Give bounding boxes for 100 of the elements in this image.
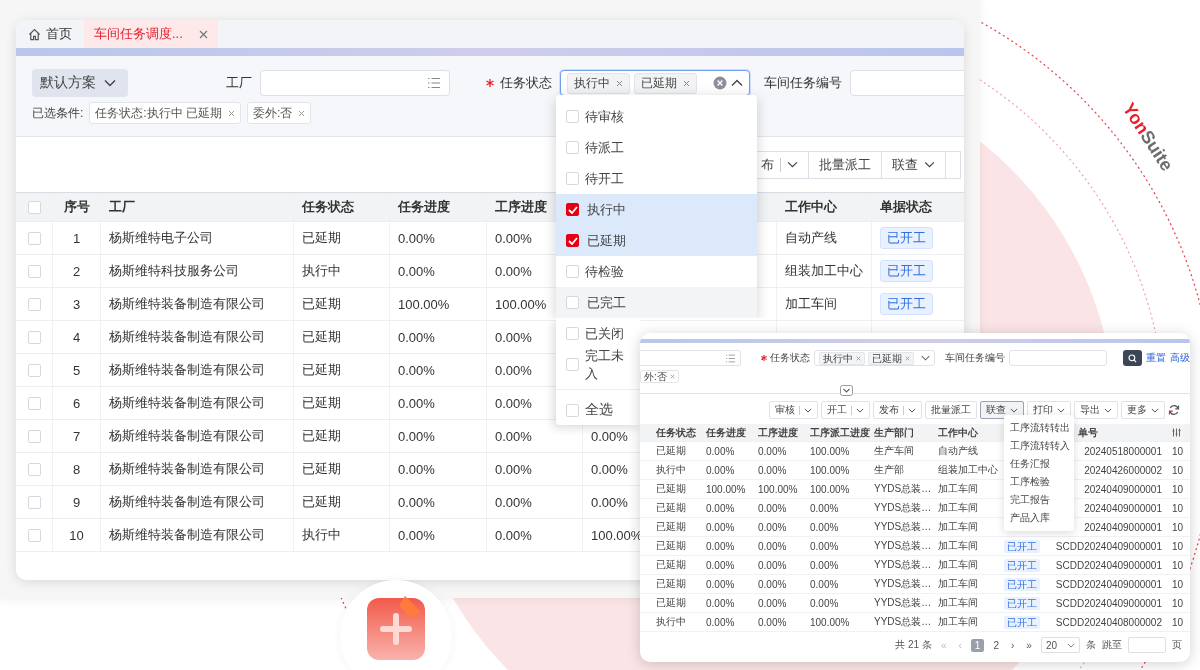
dropdown-option[interactable]: 执行中 xyxy=(556,194,757,225)
menu-button[interactable]: 导出 xyxy=(1074,401,1118,419)
row-checkbox[interactable] xyxy=(27,462,41,476)
expand-toggle-icon[interactable] xyxy=(840,385,853,396)
filter-tag[interactable]: 执行中 xyxy=(819,351,866,365)
row-checkbox[interactable] xyxy=(27,231,41,245)
table-cell: 0.00% xyxy=(810,521,839,533)
menu-item[interactable]: 产品入库 xyxy=(1004,509,1074,527)
table-cell: 杨斯维特装备制造有限公司 xyxy=(109,460,265,478)
multiselect-field[interactable]: 执行中 已延期 xyxy=(560,70,750,96)
search-button[interactable] xyxy=(1122,350,1142,366)
row-checkbox[interactable] xyxy=(27,495,41,509)
remove-icon[interactable] xyxy=(905,355,911,361)
tab[interactable]: 车间任务调度... xyxy=(84,20,218,48)
table-cell: 8 xyxy=(72,461,81,477)
caret-icon xyxy=(104,79,116,87)
multiselect-field[interactable]: 执行中 已延期 xyxy=(814,350,936,366)
split-button[interactable]: 发布 xyxy=(873,401,922,419)
toolbar-button[interactable] xyxy=(945,150,961,179)
link[interactable]: 高级 xyxy=(1170,351,1190,365)
tab[interactable]: 首页 xyxy=(16,20,84,48)
dropdown-option[interactable]: 待开工 xyxy=(556,163,628,194)
table-cell: 10 xyxy=(1172,559,1184,571)
remove-icon[interactable] xyxy=(856,355,862,361)
clear-icon[interactable] xyxy=(713,76,727,90)
link[interactable]: 重置 xyxy=(1146,351,1166,365)
remove-icon[interactable] xyxy=(669,373,675,379)
menu-item[interactable]: 任务汇报 xyxy=(1004,455,1074,473)
table-cell: 2 xyxy=(72,263,81,279)
menu-button[interactable]: 更多 xyxy=(1121,401,1165,419)
row-checkbox[interactable] xyxy=(27,297,41,311)
filter-tag[interactable]: 已延期 xyxy=(868,351,915,365)
menu-item[interactable]: 工序流转转出 xyxy=(1004,419,1074,437)
table-cell: 已延期 xyxy=(302,229,341,247)
table-cell: 100.00% xyxy=(810,483,850,495)
dropdown-option[interactable]: 已关闭 xyxy=(556,318,628,349)
option-checkbox[interactable] xyxy=(566,234,579,247)
table-cell: 杨斯维特装备制造有限公司 xyxy=(109,394,265,412)
dropdown-option[interactable]: 完工未入 xyxy=(556,349,640,380)
option-checkbox[interactable] xyxy=(566,203,579,216)
last-page-button[interactable]: » xyxy=(1023,639,1035,651)
condition-chip[interactable]: 外:否 xyxy=(640,369,679,383)
row-checkbox[interactable] xyxy=(27,363,41,377)
page-input[interactable] xyxy=(1128,637,1166,653)
toolbar-button[interactable]: 批量派工 xyxy=(808,150,882,179)
row-checkbox[interactable] xyxy=(27,528,41,542)
table-cell: 已延期 xyxy=(656,444,686,458)
dropdown-option[interactable]: 待审核 xyxy=(556,101,628,132)
table-cell: 执行中 xyxy=(302,262,341,280)
caret-icon xyxy=(856,407,864,413)
lookup-field[interactable] xyxy=(640,350,742,366)
dropdown-option[interactable]: 待检验 xyxy=(556,256,628,287)
status-tag: 已开工 xyxy=(1004,558,1040,572)
table-cell: 加工车间 xyxy=(938,520,978,534)
table-cell: 10 xyxy=(1172,578,1184,590)
table-cell: 0.00% xyxy=(398,494,435,510)
table-cell: 生产车间 xyxy=(874,444,914,458)
table-cell: YYDS总装… xyxy=(874,520,932,534)
split-button[interactable]: 开工 xyxy=(821,401,870,419)
table-cell: 20240409000001 xyxy=(1084,483,1162,495)
condition-chip[interactable]: 任务状态:执行中 已延期 xyxy=(89,102,241,124)
row-checkbox[interactable] xyxy=(27,396,41,410)
remove-icon[interactable] xyxy=(228,109,235,117)
select-all-option[interactable]: 全选 xyxy=(556,390,617,430)
remove-icon[interactable] xyxy=(683,79,690,87)
toolbar-button[interactable]: 批量派工 xyxy=(925,401,977,419)
row-checkbox[interactable] xyxy=(27,264,41,278)
remove-icon[interactable] xyxy=(616,79,623,87)
dropdown-option[interactable]: 待派工 xyxy=(556,132,628,163)
dropdown-option[interactable]: 已延期 xyxy=(556,225,757,256)
next-page-button[interactable]: › xyxy=(1007,639,1018,651)
menu-button[interactable]: 联查 xyxy=(980,401,1024,419)
table-cell: 0.00% xyxy=(758,616,787,628)
header-checkbox[interactable] xyxy=(27,200,41,214)
table-cell: 3 xyxy=(72,296,81,312)
menu-item[interactable]: 工序流转转入 xyxy=(1004,437,1074,455)
refresh-icon[interactable] xyxy=(1168,404,1180,416)
condition-chip[interactable]: 委外:否 xyxy=(247,102,312,124)
menu-item[interactable]: 完工报告 xyxy=(1004,491,1074,509)
input-field[interactable] xyxy=(1009,350,1107,366)
table-cell: 10 xyxy=(1172,483,1184,495)
lookup-field[interactable] xyxy=(260,70,450,96)
page-size-select[interactable]: 20 xyxy=(1040,637,1080,653)
row-checkbox[interactable] xyxy=(27,330,41,344)
page-button[interactable]: 2 xyxy=(990,639,1002,651)
dropdown-option[interactable]: 已完工 xyxy=(556,287,757,318)
column-settings-icon[interactable] xyxy=(1172,428,1181,437)
menu-item[interactable]: 工序检验 xyxy=(1004,473,1074,491)
remove-icon[interactable] xyxy=(298,109,306,117)
scheme-dropdown[interactable]: 默认方案 xyxy=(32,69,128,97)
filter-tag[interactable]: 执行中 xyxy=(567,72,630,94)
row-checkbox[interactable] xyxy=(27,429,41,443)
caret-icon xyxy=(1010,407,1018,413)
filter-tag[interactable]: 已延期 xyxy=(634,72,697,94)
table-cell: 执行中 xyxy=(302,526,341,544)
status-tag: 已开工 xyxy=(1004,615,1040,629)
table-cell: SCDD20240409000001 xyxy=(1055,597,1162,609)
close-icon[interactable] xyxy=(198,29,208,39)
split-button[interactable]: 审核 xyxy=(769,401,818,419)
menu-button[interactable]: 联查 xyxy=(881,150,946,179)
